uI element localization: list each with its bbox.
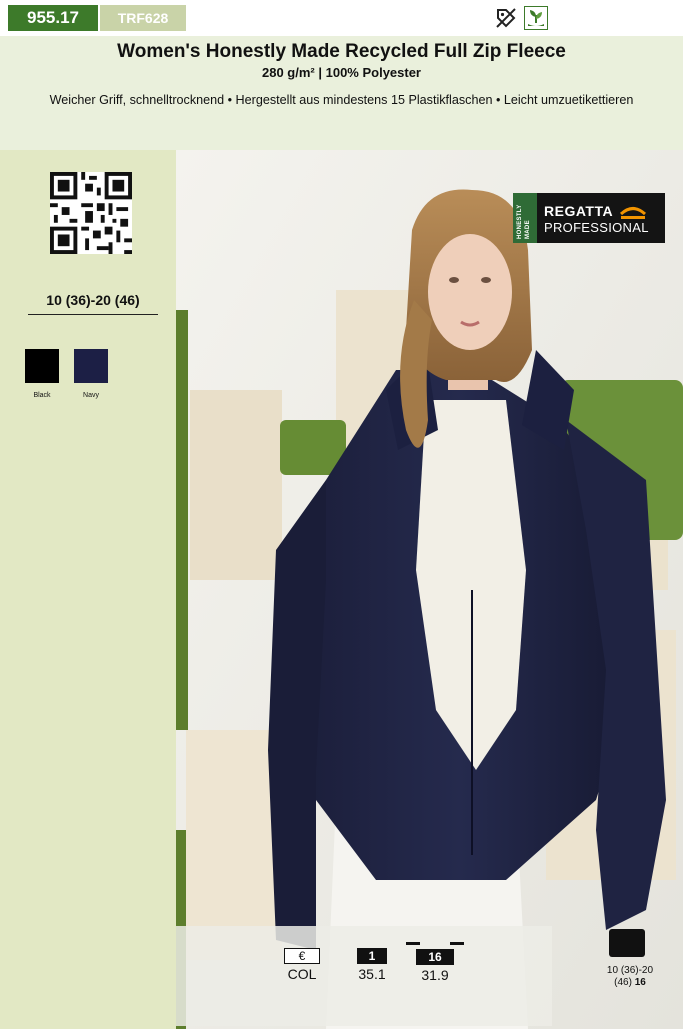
product-photo — [176, 150, 683, 1029]
tier2-price: 31.9 — [421, 967, 449, 983]
packaging-sizes: 10 (36)-20 — [606, 965, 654, 976]
brand-wave-icon — [619, 207, 646, 220]
price-currency-col: € COL — [276, 947, 328, 982]
packaging-sizes-cont: (46) 16 — [592, 977, 668, 989]
tier1-qty: 1 — [356, 948, 388, 964]
qr-code-icon — [50, 172, 132, 254]
top-bar: 955.17 TRF628 — [0, 0, 683, 36]
size-range: 10 (36)-20 (46) — [28, 292, 158, 315]
color-swatch-black[interactable] — [25, 349, 59, 383]
carton-qty: 16 — [634, 977, 646, 988]
price-tier-1: 1 35.1 — [346, 947, 398, 982]
price-tier-2: 16 31.9 — [404, 940, 466, 983]
brand-logo: HONESTLY MADE REGATTA PROFESSIONAL — [513, 193, 665, 243]
honestly-made-text: HONESTLY MADE — [517, 204, 531, 239]
brand-name: REGATTA — [544, 203, 647, 220]
eco-icons — [494, 6, 548, 30]
tier2-qty: 16 — [416, 949, 454, 965]
carton-icon — [609, 929, 645, 957]
product-subtitle: 280 g/m² | 100% Polyester — [262, 65, 421, 80]
packaging-info: 10 (36)-20 (46) 16 — [592, 965, 668, 989]
product-description: Weicher Griff, schnelltrocknend • Herges… — [49, 93, 634, 107]
article-code: TRF628 — [100, 5, 186, 31]
tier1-price: 35.1 — [358, 966, 386, 982]
currency-box: € — [283, 948, 321, 964]
col-label: COL — [287, 966, 317, 982]
article-number: 955.17 — [8, 5, 98, 31]
product-title: Women's Honestly Made Recycled Full Zip … — [117, 41, 566, 62]
carton-lid-icon — [406, 942, 464, 945]
recycled-plant-icon — [524, 6, 548, 30]
product-header: Women's Honestly Made Recycled Full Zip … — [0, 36, 683, 150]
no-label-tag-icon — [494, 6, 518, 30]
sidebar — [0, 150, 176, 1029]
color-label-black: Black — [33, 392, 51, 399]
color-label-navy: Navy — [83, 392, 99, 399]
brand-subname: PROFESSIONAL — [544, 220, 649, 235]
packaging-sizes-cont-text: (46) — [614, 977, 632, 988]
color-swatch-navy[interactable] — [74, 349, 108, 383]
brand-name-text: REGATTA — [544, 203, 613, 219]
